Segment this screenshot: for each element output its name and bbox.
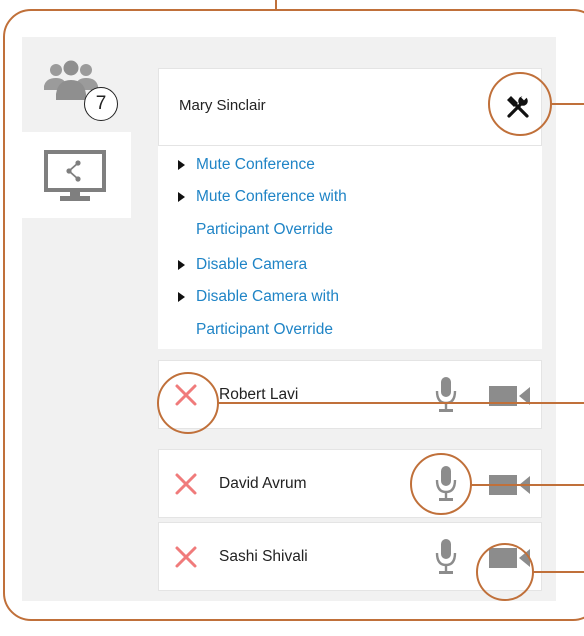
host-menu: Mute Conference Mute Conference with Par…	[158, 146, 542, 349]
menu-item-label: Disable Camera with	[196, 288, 339, 305]
menu-item-label: Participant Override	[196, 221, 333, 238]
participant-count-badge: 7	[84, 87, 118, 121]
callout-leader-line	[218, 402, 584, 404]
callout-circle-remove	[157, 372, 219, 434]
menu-item-label: Participant Override	[196, 321, 333, 338]
host-name: Mary Sinclair	[179, 97, 266, 114]
remove-participant-icon[interactable]	[174, 545, 198, 569]
callout-circle-camera	[476, 543, 534, 601]
triangle-bullet-icon	[178, 160, 185, 170]
microphone-icon[interactable]	[435, 376, 457, 414]
remove-participant-icon[interactable]	[174, 472, 198, 496]
participant-name: David Avrum	[219, 475, 307, 492]
callout-circle-tools	[488, 72, 552, 136]
menu-item-label: Disable Camera	[196, 256, 308, 273]
callout-top-tick	[275, 0, 277, 11]
participant-name: Sashi Shivali	[219, 548, 308, 565]
triangle-bullet-icon	[178, 192, 185, 202]
microphone-icon[interactable]	[435, 538, 457, 576]
menu-item-label: Mute Conference	[196, 156, 315, 173]
screen-share-icon	[44, 150, 106, 201]
callout-leader-line	[551, 103, 584, 105]
triangle-bullet-icon	[178, 260, 185, 270]
menu-item-label: Mute Conference with	[196, 188, 347, 205]
triangle-bullet-icon	[178, 292, 185, 302]
callout-circle-mic	[410, 453, 472, 515]
host-card: Mary Sinclair	[158, 68, 542, 146]
callout-leader-line	[533, 571, 584, 573]
callout-leader-line	[471, 484, 584, 486]
